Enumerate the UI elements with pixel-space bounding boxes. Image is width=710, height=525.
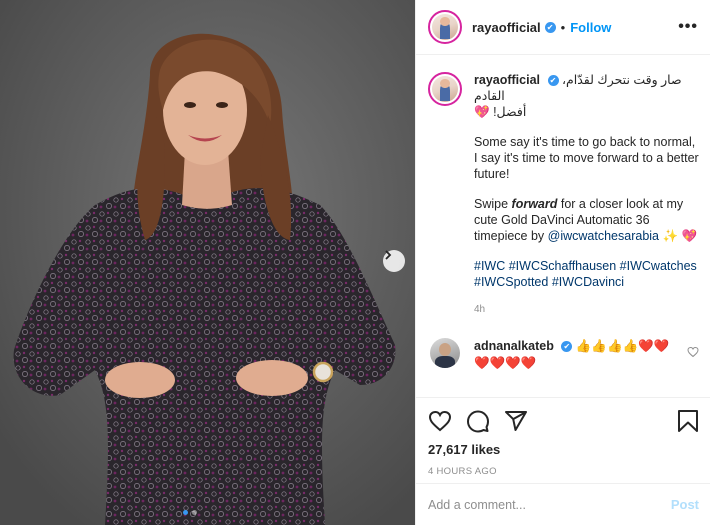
next-photo-button[interactable] [383, 250, 405, 272]
verified-badge-icon: ✔ [547, 75, 559, 87]
add-comment-bar: Post [416, 483, 710, 525]
share-icon[interactable] [504, 409, 528, 433]
comment-icon[interactable] [466, 409, 490, 433]
verified-badge-icon: ✔ [544, 21, 556, 33]
comment-item: adnanalkateb ✔ 👍👍👍👍❤️❤️ ❤️❤️❤️❤️ [428, 338, 699, 372]
post-date[interactable]: 4 HOURS AGO [428, 466, 699, 477]
post-photo[interactable] [0, 0, 415, 525]
post-panel: rayaofficial ✔ • Follow ••• rayaofficial… [415, 0, 710, 525]
action-icons [428, 406, 699, 436]
caption-username[interactable]: rayaofficial [474, 73, 540, 87]
caption-time[interactable]: 4h [474, 302, 699, 318]
heart-emoji: 💖 [681, 229, 698, 243]
comment-input[interactable] [428, 497, 671, 512]
likes-count[interactable]: 27,617 likes [428, 442, 699, 457]
caption-avatar[interactable] [428, 72, 462, 106]
caption-emphasis: forward [511, 197, 558, 211]
comments-section[interactable]: rayaofficial ✔ صار وقت نتحرك لقدّام، الق… [416, 56, 710, 396]
carousel-dot [183, 510, 188, 515]
follow-button[interactable]: Follow [570, 20, 611, 35]
caption: rayaofficial ✔ صار وقت نتحرك لقدّام، الق… [428, 72, 699, 318]
chevron-right-icon [385, 250, 392, 260]
more-icon[interactable]: ••• [678, 18, 698, 36]
carousel-dot [192, 510, 197, 515]
caption-text: Swipe [474, 197, 512, 211]
post-button[interactable]: Post [671, 497, 699, 512]
separator: • [560, 19, 566, 35]
heart-icon[interactable] [687, 346, 699, 358]
sparkle-emoji: ✨ [662, 229, 679, 243]
author-avatar[interactable] [428, 10, 462, 44]
heart-emoji: 💖 [474, 105, 490, 119]
bookmark-icon[interactable] [677, 409, 699, 433]
heart-icon[interactable] [428, 409, 452, 433]
caption-paragraph-1: Some say it's time to go back to normal,… [474, 135, 699, 181]
carousel-indicator [183, 510, 197, 515]
comment-body: adnanalkateb ✔ 👍👍👍👍❤️❤️ ❤️❤️❤️❤️ [474, 338, 674, 372]
post-header: rayaofficial ✔ • Follow ••• [416, 0, 710, 55]
author-username[interactable]: rayaofficial [472, 20, 541, 35]
mention-link[interactable]: @iwcwatchesarabia [548, 229, 659, 243]
commenter-avatar[interactable] [430, 338, 460, 368]
caption-arabic-line2: أفضل! [493, 105, 527, 119]
portrait-image [0, 0, 415, 525]
verified-badge-icon: ✔ [561, 341, 573, 353]
hashtags[interactable]: #IWC #IWCSchaffhausen #IWCwatches #IWCSp… [474, 258, 699, 290]
caption-body: rayaofficial ✔ صار وقت نتحرك لقدّام، الق… [474, 72, 699, 318]
caption-paragraph-2: Swipe forward for a closer look at my cu… [474, 196, 699, 244]
post-actions: 27,617 likes 4 HOURS AGO [416, 397, 710, 477]
commenter-username[interactable]: adnanalkateb [474, 339, 554, 353]
